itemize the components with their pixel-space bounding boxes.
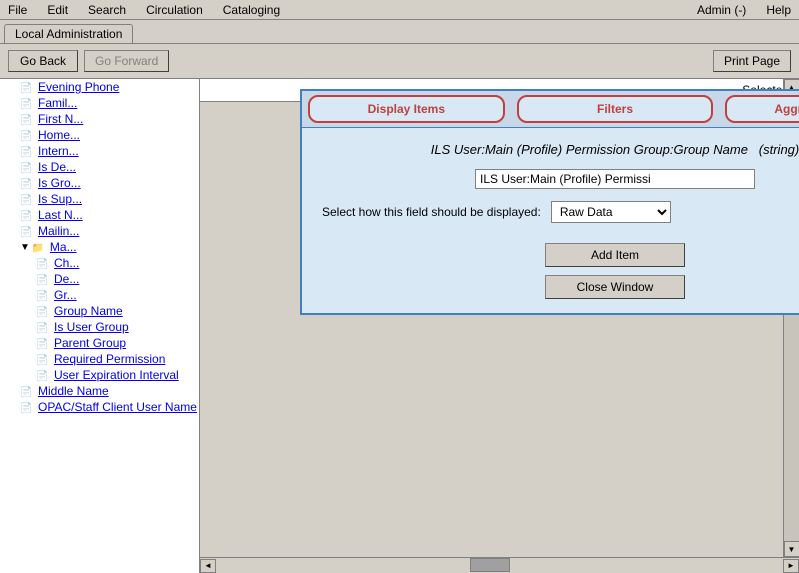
page-icon	[20, 208, 36, 222]
menu-cataloging[interactable]: Cataloging	[219, 2, 284, 18]
tree-item-middle-name[interactable]: Middle Name	[0, 383, 199, 399]
tree-item-family[interactable]: Famil...	[0, 95, 199, 111]
tree-item-mailing[interactable]: Mailin...	[0, 223, 199, 239]
menu-search[interactable]: Search	[84, 2, 130, 18]
print-page-button[interactable]: Print Page	[713, 50, 791, 72]
h-scroll-thumb[interactable]	[470, 558, 510, 572]
modal-body: ILS User:Main (Profile) Permission Group…	[302, 128, 799, 313]
page-icon	[36, 352, 52, 366]
tree-item-evening-phone[interactable]: Evening Phone	[0, 79, 199, 95]
tree-item-parent-group[interactable]: Parent Group	[0, 335, 199, 351]
tree-item-required-permission[interactable]: Required Permission	[0, 351, 199, 367]
page-icon	[36, 256, 52, 270]
tree-item-group-name[interactable]: Group Name	[0, 303, 199, 319]
menu-bar: File Edit Search Circulation Cataloging …	[0, 0, 799, 20]
page-icon	[20, 384, 36, 398]
tree-item-is-user-group[interactable]: Is User Group	[0, 319, 199, 335]
page-icon	[20, 400, 36, 414]
tree-item-user-expiration[interactable]: User Expiration Interval	[0, 367, 199, 383]
page-icon	[36, 336, 52, 350]
menu-admin[interactable]: Admin (-)	[693, 2, 750, 18]
modal-title-type: (string)	[759, 142, 799, 157]
right-panel: Selected Display Items Filters Aggregate…	[200, 79, 799, 573]
scroll-right-arrow[interactable]: ►	[783, 559, 799, 573]
menu-file[interactable]: File	[4, 2, 31, 18]
modal-display-select[interactable]: Raw Data Formatted None	[551, 201, 671, 223]
tree-item-intern[interactable]: Intern...	[0, 143, 199, 159]
page-icon	[36, 288, 52, 302]
page-icon	[36, 368, 52, 382]
modal-title: ILS User:Main (Profile) Permission Group…	[322, 142, 799, 157]
tree-item-last-name[interactable]: Last N...	[0, 207, 199, 223]
tree-item-is-gro[interactable]: Is Gro...	[0, 175, 199, 191]
menu-edit[interactable]: Edit	[43, 2, 72, 18]
tree-item-gr[interactable]: Gr...	[0, 287, 199, 303]
modal-title-text: ILS User:Main (Profile) Permission Group…	[431, 142, 748, 157]
left-panel: Evening Phone Famil... First N... Home..…	[0, 79, 200, 573]
modal-tab-filters[interactable]: Filters	[517, 95, 714, 123]
page-icon	[20, 112, 36, 126]
toolbar: Go Back Go Forward Print Page	[0, 44, 799, 79]
tree-item-ch[interactable]: Ch...	[0, 255, 199, 271]
modal-dialog: Display Items Filters Aggregate Filters …	[300, 89, 799, 315]
tab-local-admin[interactable]: Local Administration	[4, 24, 133, 43]
go-back-button[interactable]: Go Back	[8, 50, 78, 72]
go-forward-button[interactable]: Go Forward	[84, 50, 169, 72]
main-container: Evening Phone Famil... First N... Home..…	[0, 79, 799, 573]
page-icon	[36, 304, 52, 318]
page-icon	[36, 272, 52, 286]
h-scroll-track	[216, 558, 783, 573]
bottom-scrollbar[interactable]: ◄ ►	[200, 557, 799, 573]
scroll-down-arrow[interactable]: ▼	[784, 541, 799, 557]
expand-icon: ▼	[20, 242, 30, 253]
tree-item-opac-username[interactable]: OPAC/Staff Client User Name	[0, 399, 199, 415]
modal-select-label: Select how this field should be displaye…	[322, 205, 541, 219]
modal-input-row	[322, 169, 799, 189]
modal-tab-display-items[interactable]: Display Items	[308, 95, 505, 123]
tree-item-ma-folder[interactable]: ▼ Ma...	[0, 239, 199, 255]
menu-help[interactable]: Help	[762, 2, 795, 18]
tab-bar: Local Administration	[0, 20, 799, 44]
page-icon	[20, 192, 36, 206]
modal-select-row: Select how this field should be displaye…	[322, 201, 799, 223]
tree-item-home[interactable]: Home...	[0, 127, 199, 143]
tree-item-is-de[interactable]: Is De...	[0, 159, 199, 175]
page-icon	[20, 144, 36, 158]
tree-item-first-name[interactable]: First N...	[0, 111, 199, 127]
add-item-button[interactable]: Add Item	[545, 243, 685, 267]
scroll-left-arrow[interactable]: ◄	[200, 559, 216, 573]
page-icon	[20, 128, 36, 142]
modal-tabs: Display Items Filters Aggregate Filters	[302, 91, 799, 128]
page-icon	[20, 176, 36, 190]
page-icon	[20, 224, 36, 238]
tree-item-is-sup[interactable]: Is Sup...	[0, 191, 199, 207]
modal-title-input[interactable]	[475, 169, 755, 189]
folder-icon	[32, 240, 48, 254]
modal-tab-aggregate-filters[interactable]: Aggregate Filters	[725, 95, 799, 123]
page-icon	[20, 96, 36, 110]
close-window-button[interactable]: Close Window	[545, 275, 685, 299]
page-icon	[36, 320, 52, 334]
page-icon	[20, 160, 36, 174]
modal-buttons: Add Item Close Window	[322, 243, 799, 299]
tree-item-de[interactable]: De...	[0, 271, 199, 287]
page-icon	[20, 80, 36, 94]
menu-circulation[interactable]: Circulation	[142, 2, 207, 18]
